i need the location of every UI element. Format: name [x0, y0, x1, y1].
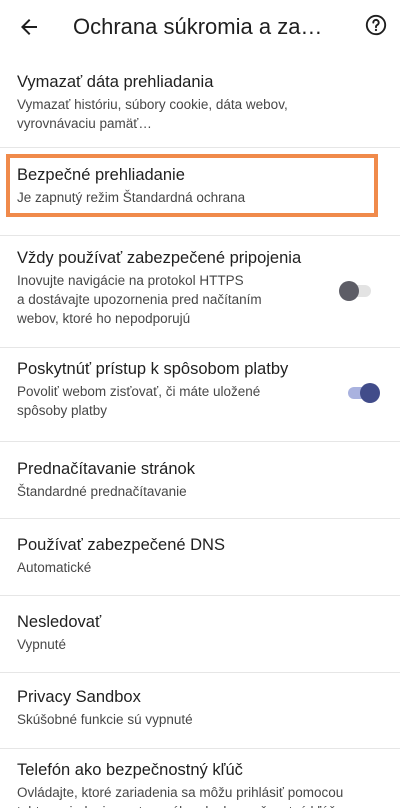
secure-dns-item[interactable]: Používať zabezpečené DNS Automatické: [0, 519, 400, 596]
item-title: Vždy používať zabezpečené pripojenia: [17, 249, 302, 267]
item-subtitle: Vymazať históriu, súbory cookie, dáta we…: [17, 97, 288, 131]
phone-security-key-item[interactable]: Telefón ako bezpečnostný kľúč Ovládajte,…: [0, 749, 400, 808]
item-subtitle: Je zapnutý režim Štandardná ochrana: [17, 190, 246, 205]
item-subtitle: Povoliť webom zisťovať, či máte uložené …: [17, 384, 261, 418]
item-subtitle: Ovládajte, ktoré zariadenia sa môžu prih…: [17, 785, 344, 808]
toggle-thumb: [360, 383, 380, 403]
safe-browsing-item[interactable]: Bezpečné prehliadanie Je zapnutý režim Š…: [0, 148, 400, 236]
secure-connections-toggle[interactable]: [339, 280, 375, 302]
do-not-track-item[interactable]: Nesledovať Vypnuté: [0, 596, 400, 673]
item-title: Bezpečné prehliadanie: [17, 166, 185, 184]
payment-methods-toggle[interactable]: [346, 382, 382, 404]
item-title: Používať zabezpečené DNS: [17, 536, 225, 554]
privacy-sandbox-item[interactable]: Privacy Sandbox Skúšobné funkcie sú vypn…: [0, 673, 400, 749]
item-subtitle: Automatické: [17, 560, 92, 575]
item-title: Poskytnúť prístup k spôsobom platby: [17, 360, 289, 378]
item-title: Telefón ako bezpečnostný kľúč: [17, 761, 243, 779]
secure-connections-item[interactable]: Vždy používať zabezpečené pripojenia Ino…: [0, 236, 400, 348]
page-preload-item[interactable]: Prednačítavanie stránok Štandardné predn…: [0, 442, 400, 519]
privacy-settings-screen: Ochrana súkromia a za… Vymazať dáta preh…: [0, 0, 400, 808]
app-bar: Ochrana súkromia a za…: [0, 0, 400, 54]
page-title: Ochrana súkromia a za…: [73, 14, 323, 39]
item-subtitle: Skúšobné funkcie sú vypnuté: [17, 712, 193, 727]
help-circle-icon: [365, 14, 387, 36]
item-subtitle: Vypnuté: [17, 637, 67, 652]
item-title: Prednačítavanie stránok: [17, 460, 195, 478]
item-title: Privacy Sandbox: [17, 688, 141, 706]
item-title: Vymazať dáta prehliadania: [17, 73, 214, 91]
back-button[interactable]: [14, 12, 44, 42]
clear-browsing-data-item[interactable]: Vymazať dáta prehliadania Vymazať histór…: [0, 54, 400, 148]
payment-methods-item[interactable]: Poskytnúť prístup k spôsobom platby Povo…: [0, 348, 400, 442]
arrow-back-icon: [21, 19, 37, 35]
item-title: Nesledovať: [17, 613, 102, 631]
item-subtitle: Inovujte navigácie na protokol HTTPS a d…: [17, 273, 262, 326]
toggle-thumb: [339, 281, 359, 301]
item-subtitle: Štandardné prednačítavanie: [17, 484, 187, 499]
help-button[interactable]: [362, 11, 390, 39]
